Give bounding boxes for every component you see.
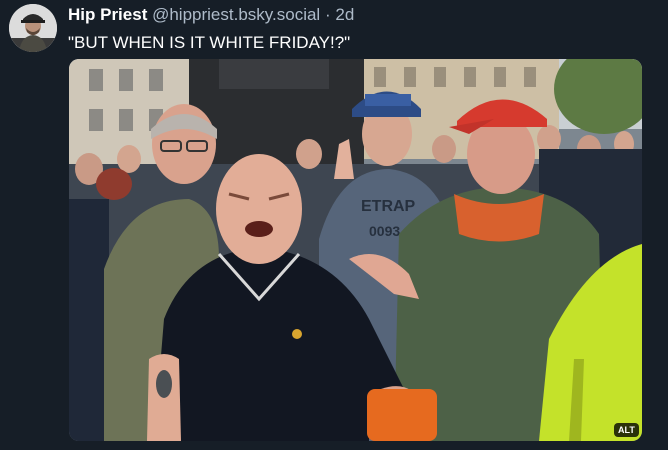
protest-crowd-photo: ETRAP 0093 (69, 59, 642, 441)
shirt-lettering-top: ETRAP (361, 198, 416, 215)
post-card: Hip Priest @hippriest.bsky.social · 2d "… (0, 0, 668, 450)
post-header: Hip Priest @hippriest.bsky.social · 2d (68, 5, 354, 25)
header-separator: · (324, 5, 331, 24)
post-timestamp[interactable]: 2d (335, 5, 354, 24)
author-avatar[interactable] (9, 4, 57, 52)
alt-text-button[interactable]: ALT (614, 423, 639, 437)
avatar-image (9, 4, 57, 52)
post-body-text: "BUT WHEN IS IT WHITE FRIDAY!?" (68, 33, 351, 52)
author-display-name[interactable]: Hip Priest (68, 5, 147, 24)
shirt-lettering-bottom: 0093 (369, 223, 400, 239)
author-handle[interactable]: @hippriest.bsky.social (152, 5, 320, 24)
post-image[interactable]: ETRAP 0093 (69, 59, 642, 441)
